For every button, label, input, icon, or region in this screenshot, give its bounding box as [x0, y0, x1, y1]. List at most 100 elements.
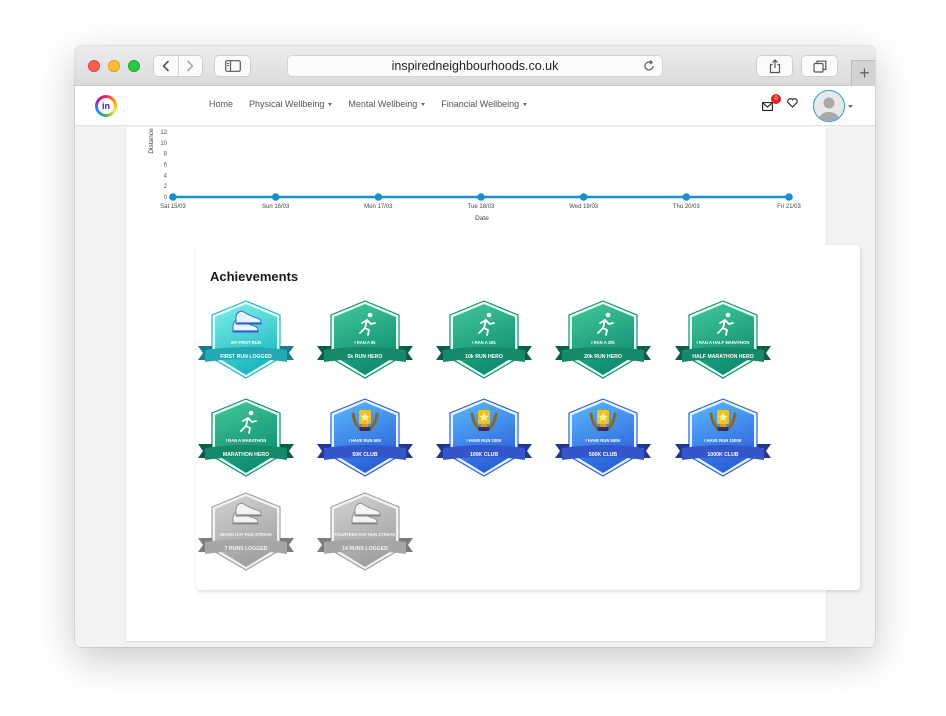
site-header: in Home Physical Wellbeing Mental Wellbe…	[75, 86, 875, 126]
caret-down-icon	[328, 102, 333, 106]
history-navigation	[153, 55, 203, 77]
badge-title: MY FIRST RUN	[231, 340, 261, 345]
x-tick-label: Tue 18/03	[468, 204, 495, 210]
sidebar-toggle-button[interactable]	[214, 55, 251, 77]
forward-button[interactable]	[177, 56, 202, 76]
badge-title: I RAN A HALF MARATHON	[697, 340, 750, 345]
badge-title: I HAVE RUN 100K	[466, 438, 501, 443]
achievement-badge[interactable]: I RAN A 5k 5k RUN HERO	[315, 298, 415, 382]
data-point[interactable]	[271, 193, 280, 201]
data-point[interactable]	[785, 193, 793, 201]
badge-ribbon-label: 10k RUN HERO	[465, 354, 503, 360]
badge-ribbon-label: 5k RUN HERO	[348, 354, 383, 360]
badge-title: I RAN A MARATHON	[226, 438, 267, 443]
heart-icon[interactable]	[787, 98, 798, 108]
caret-down-icon	[523, 102, 528, 106]
achievements-title: Achievements	[210, 269, 299, 284]
zoom-window-button[interactable]	[128, 60, 140, 72]
menu-item-label: Mental Wellbeing	[348, 99, 418, 109]
achievements-panel: Achievements MY FIRST RUN FIRST RUN LOGGE…	[196, 245, 860, 590]
data-point[interactable]	[169, 193, 177, 201]
badge-ribbon-label: 14 RUNS LOGGED	[342, 546, 388, 552]
menu-item-label: Home	[209, 99, 234, 109]
tabs-icon	[812, 60, 826, 73]
main-menu: Home Physical Wellbeing Mental Wellbeing…	[209, 99, 528, 109]
data-point[interactable]	[477, 193, 485, 201]
achievement-badge[interactable]: I HAVE RUN 1000K 1000K CLUB	[673, 396, 773, 480]
x-tick-label: Thu 20/03	[673, 204, 701, 210]
badge-ribbon-label: 500K CLUB	[589, 452, 618, 458]
badge-title: FOURTEEN DAY RUN STREAK	[334, 532, 395, 537]
plus-icon: +	[859, 63, 870, 83]
message-count-badge: 0	[771, 94, 781, 104]
new-tab-button[interactable]: +	[851, 60, 875, 86]
menu-item-label: Financial Wellbeing	[441, 99, 520, 109]
menu-item-financial-wellbeing[interactable]: Financial Wellbeing	[441, 99, 528, 109]
chevron-right-icon	[187, 60, 195, 72]
badge-title: I RAN A 5k	[354, 340, 376, 345]
achievement-badge[interactable]: I HAVE RUN 100K 100K CLUB	[434, 396, 534, 480]
x-tick-label: Sat 15/03	[160, 204, 186, 210]
show-tabs-button[interactable]	[801, 55, 838, 77]
y-tick-label: 8	[164, 152, 168, 158]
user-avatar[interactable]	[813, 90, 845, 122]
achievement-badge[interactable]: I HAVE RUN 500K 500K CLUB	[553, 396, 653, 480]
messages-button[interactable]: 0	[762, 94, 781, 116]
y-tick-label: 0	[164, 195, 168, 201]
achievement-badge[interactable]: I RAN A MARATHON MARATHON HERO	[196, 396, 296, 480]
y-tick-label: 2	[164, 184, 168, 190]
menu-item-label: Physical Wellbeing	[249, 99, 325, 109]
badge-title: I RAN A 20k	[591, 340, 615, 345]
badge-ribbon-label: 20k RUN HERO	[584, 354, 622, 360]
y-axis-label: Distance	[148, 128, 155, 154]
address-bar[interactable]: inspiredneighbourhoods.co.uk	[287, 55, 663, 77]
y-tick-label: 6	[164, 163, 168, 169]
badge-title: I HAVE RUN 1000K	[704, 438, 741, 443]
badge-ribbon-label: 7 RUNS LOGGED	[225, 546, 268, 552]
achievement-badge[interactable]: MY FIRST RUN FIRST RUN LOGGED	[196, 298, 296, 382]
achievement-badge[interactable]: FOURTEEN DAY RUN STREAK 14 RUNS LOGGED	[315, 490, 415, 574]
badge-title: I HAVE RUN 500K	[585, 438, 620, 443]
caret-down-icon[interactable]	[848, 105, 853, 108]
menu-item-home[interactable]: Home	[209, 99, 233, 109]
badge-ribbon-label: FIRST RUN LOGGED	[220, 354, 272, 360]
achievement-badge[interactable]: I HAVE RUN 50K 50K CLUB	[315, 396, 415, 480]
chevron-left-icon	[162, 60, 170, 72]
share-button[interactable]	[756, 55, 793, 77]
x-tick-label: Fri 21/03	[777, 204, 801, 210]
x-tick-label: Wed 19/03	[569, 204, 599, 210]
achievement-badge[interactable]: I RAN A 10k 10k RUN HERO	[434, 298, 534, 382]
y-tick-label: 4	[164, 173, 168, 179]
share-icon	[769, 58, 780, 73]
badge-ribbon-label: HALF MARATHON HERO	[692, 354, 754, 360]
close-window-button[interactable]	[88, 60, 100, 72]
main-card: Distance 0 2 4 6 8 10 12 Sat 15/03 Sun 16/03 Mon 1…	[126, 127, 860, 641]
data-point[interactable]	[682, 193, 691, 201]
y-tick-label: 12	[160, 130, 167, 136]
badge-ribbon-label: 1000K CLUB	[707, 452, 738, 458]
x-tick-label: Sun 16/03	[262, 204, 290, 210]
browser-window: inspiredneighbourhoods.co.uk + in Home P…	[75, 46, 875, 647]
page-content: Distance 0 2 4 6 8 10 12 Sat 15/03 Sun 16/03 Mon 1…	[75, 127, 875, 647]
achievement-badge[interactable]: I RAN A HALF MARATHON HALF MARATHON HERO	[673, 298, 773, 382]
caret-down-icon	[421, 102, 426, 106]
y-tick-label: 10	[160, 141, 167, 147]
badge-ribbon-label: MARATHON HERO	[223, 452, 269, 458]
user-icon	[818, 97, 840, 121]
minimize-window-button[interactable]	[108, 60, 120, 72]
distance-chart: Distance 0 2 4 6 8 10 12 Sat 15/03 Sun 16/03 Mon 1…	[148, 128, 801, 222]
site-logo[interactable]: in	[95, 95, 117, 117]
badge-ribbon-label: 50K CLUB	[352, 452, 378, 458]
achievement-badge[interactable]: I RAN A 20k 20k RUN HERO	[553, 298, 653, 382]
back-button[interactable]	[154, 56, 178, 76]
url-text: inspiredneighbourhoods.co.uk	[391, 59, 559, 73]
x-tick-label: Mon 17/03	[364, 204, 393, 210]
reload-icon[interactable]	[642, 59, 656, 73]
data-point[interactable]	[374, 193, 383, 201]
badge-title: SEVEN DAY RUN STREAK	[220, 532, 272, 537]
achievement-badge[interactable]: SEVEN DAY RUN STREAK 7 RUNS LOGGED	[196, 490, 296, 574]
data-point[interactable]	[579, 193, 588, 201]
menu-item-physical-wellbeing[interactable]: Physical Wellbeing	[249, 99, 333, 109]
menu-item-mental-wellbeing[interactable]: Mental Wellbeing	[348, 99, 426, 109]
sidebar-icon	[224, 60, 241, 72]
